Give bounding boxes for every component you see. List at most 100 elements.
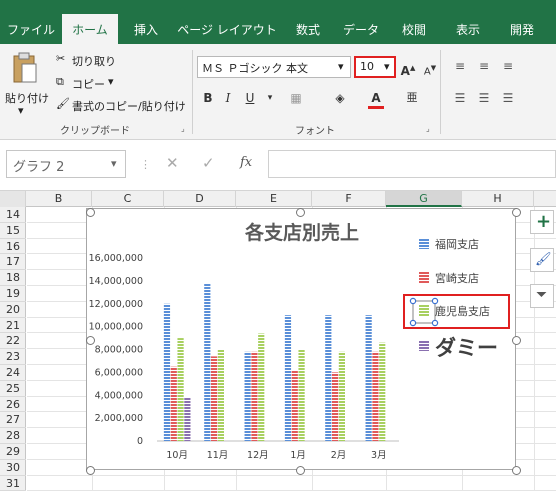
select-all[interactable] <box>0 191 26 207</box>
more-icon: ⋮ <box>140 158 151 171</box>
row-header-20[interactable]: 20 <box>0 302 26 318</box>
chart-resize-handle[interactable] <box>512 336 521 345</box>
font-name-select[interactable]: ＭＳ Ｐゴシック 本文 ▾ <box>197 56 351 78</box>
borders-icon[interactable]: ▦ <box>286 88 306 108</box>
row-header-19[interactable]: 19 <box>0 286 26 302</box>
align-left-icon[interactable]: ☰ <box>450 88 470 108</box>
clipboard-icon <box>13 52 37 83</box>
chart-resize-handle[interactable] <box>86 208 95 217</box>
increase-font-size-icon[interactable]: A▲ <box>398 58 418 78</box>
align-bottom-icon[interactable]: ≡ <box>498 56 518 76</box>
cancel-icon[interactable]: ✕ <box>166 154 179 172</box>
row-header-24[interactable]: 24 <box>0 365 26 381</box>
x-tick-label: 1月 <box>290 450 306 461</box>
align-top-icon[interactable]: ≡ <box>450 56 470 76</box>
column-header-d[interactable]: D <box>164 191 236 207</box>
chevron-down-icon[interactable]: ▾ <box>18 104 24 117</box>
y-tick-label: 0 <box>137 436 143 447</box>
column-header-c[interactable]: C <box>92 191 164 207</box>
chart-resize-handle[interactable] <box>512 208 521 217</box>
format-painter-button[interactable]: 書式のコピー/貼り付け <box>72 98 186 114</box>
bar-宮崎支店 <box>372 351 379 441</box>
column-header-g[interactable]: G <box>386 191 462 207</box>
row-header-25[interactable]: 25 <box>0 381 26 397</box>
tab-developer[interactable]: 開発 <box>500 14 544 44</box>
chart-styles-button[interactable]: 🖌 <box>530 248 554 272</box>
row-header-23[interactable]: 23 <box>0 349 26 365</box>
paste-label[interactable]: 貼り付け <box>5 90 49 106</box>
chart-elements-button[interactable]: + <box>530 210 554 234</box>
dialog-launcher-icon[interactable]: ⌟ <box>181 124 185 133</box>
copy-icon[interactable]: ⧉ <box>56 75 64 89</box>
bar-宮崎支店 <box>170 366 177 441</box>
tab-home[interactable]: ホーム <box>62 14 118 44</box>
tab-data[interactable]: データ <box>336 14 386 44</box>
column-header-e[interactable]: E <box>236 191 312 207</box>
tab-page-layout[interactable]: ページ レイアウト <box>174 14 280 44</box>
row-header-21[interactable]: 21 <box>0 318 26 334</box>
x-tick-label: 12月 <box>247 450 269 461</box>
align-center-icon[interactable]: ☰ <box>474 88 494 108</box>
chart-resize-handle[interactable] <box>86 336 95 345</box>
underline-button[interactable]: U <box>240 88 260 108</box>
row-header-22[interactable]: 22 <box>0 333 26 350</box>
paintbrush-icon: 🖌 <box>535 252 552 267</box>
row-header-15[interactable]: 15 <box>0 223 26 239</box>
column-header-b[interactable]: B <box>26 191 92 207</box>
fill-color-icon[interactable]: ◈ <box>330 88 350 108</box>
cut-button[interactable]: 切り取り <box>72 53 116 69</box>
chart-resize-handle[interactable] <box>296 466 305 475</box>
row-header-29[interactable]: 29 <box>0 444 26 460</box>
row-header-31[interactable]: 31 <box>0 476 26 491</box>
chart[interactable]: 各支店別売上 16,000,000 14,000,000 12,000,000 10,0… <box>86 208 516 470</box>
row-header-16[interactable]: 16 <box>0 239 26 255</box>
font-name-value: ＭＳ Ｐゴシック 本文 <box>202 62 308 75</box>
ribbon: 貼り付け ▾ ✂ 切り取り ⧉ コピー ▾ 🖌 書式のコピー/貼り付け クリップ… <box>0 44 556 140</box>
tab-insert[interactable]: 挿入 <box>124 14 168 44</box>
legend-swatch <box>419 305 429 316</box>
dialog-launcher-icon[interactable]: ⌟ <box>426 124 430 133</box>
row-header-17[interactable]: 17 <box>0 254 26 271</box>
bar-福岡支店 <box>244 351 251 441</box>
decrease-font-size-icon[interactable]: A▼ <box>420 58 440 78</box>
row-header-30[interactable]: 30 <box>0 460 26 476</box>
row-header-28[interactable]: 28 <box>0 428 26 444</box>
align-middle-icon[interactable]: ≡ <box>474 56 494 76</box>
row-header-27[interactable]: 27 <box>0 412 26 429</box>
font-size-select[interactable]: 10 ▾ <box>354 56 396 78</box>
tab-view[interactable]: 表示 <box>446 14 490 44</box>
formula-input[interactable] <box>268 150 556 178</box>
bar-鹿児島支店 <box>177 338 184 441</box>
phonetic-icon[interactable]: 亜 <box>402 88 422 108</box>
enter-icon[interactable]: ✓ <box>202 154 215 172</box>
chart-resize-handle[interactable] <box>296 208 305 217</box>
italic-button[interactable]: I <box>218 88 238 108</box>
row-header-14[interactable]: 14 <box>0 207 26 223</box>
chevron-down-icon[interactable]: ▾ <box>260 88 280 108</box>
column-header-f[interactable]: F <box>312 191 386 207</box>
legend-swatch <box>419 238 429 249</box>
column-header-h[interactable]: H <box>462 191 534 207</box>
paste-button[interactable] <box>6 52 42 92</box>
chart-resize-handle[interactable] <box>512 466 521 475</box>
paintbrush-icon[interactable]: 🖌 <box>56 97 70 110</box>
tab-review[interactable]: 校閲 <box>392 14 436 44</box>
chart-filters-button[interactable]: ⏷ <box>530 284 554 308</box>
chart-resize-handle[interactable] <box>86 466 95 475</box>
legend-label: ダミー <box>435 336 498 360</box>
legend-label: 福岡支店 <box>435 237 479 251</box>
font-color-swatch <box>368 106 384 109</box>
bold-button[interactable]: B <box>198 88 218 108</box>
font-color-icon[interactable]: A <box>366 88 386 108</box>
row-header-18[interactable]: 18 <box>0 270 26 286</box>
tab-file[interactable]: ファイル <box>4 14 58 44</box>
chevron-down-icon[interactable]: ▾ <box>108 75 114 88</box>
row-header-26[interactable]: 26 <box>0 397 26 413</box>
x-tick-label: 2月 <box>331 450 347 461</box>
insert-function-button[interactable]: fx <box>240 155 252 170</box>
align-right-icon[interactable]: ☰ <box>498 88 518 108</box>
scissors-icon[interactable]: ✂ <box>56 52 65 65</box>
copy-button[interactable]: コピー <box>72 76 105 92</box>
tab-formulas[interactable]: 数式 <box>286 14 330 44</box>
name-box[interactable]: グラフ 2 ▾ <box>6 150 126 178</box>
